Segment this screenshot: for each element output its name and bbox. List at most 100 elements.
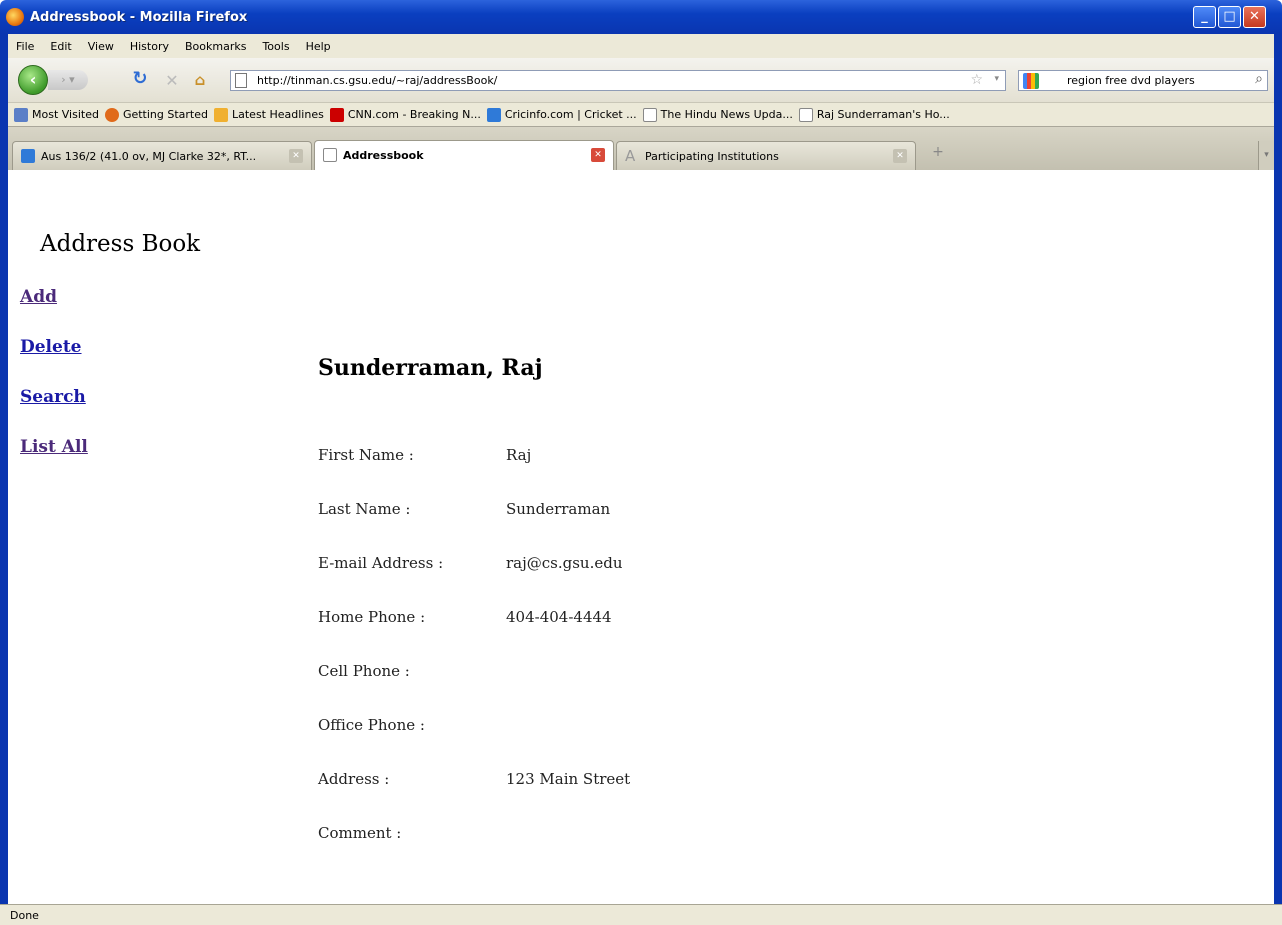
- google-icon[interactable]: [1023, 73, 1039, 89]
- bookmark-label: Latest Headlines: [232, 108, 324, 121]
- field-label: Office Phone :: [318, 716, 425, 734]
- field-first-name: First Name : Raj: [318, 446, 718, 500]
- chevron-down-icon[interactable]: ▾: [994, 74, 999, 84]
- bookmark-label: Raj Sunderraman's Ho...: [816, 108, 950, 121]
- addressbook-nav: Add Delete Search List All: [20, 287, 88, 487]
- window-frame-right: [1274, 34, 1282, 925]
- field-office-phone: Office Phone :: [318, 716, 718, 770]
- tab-label: Addressbook: [343, 149, 424, 162]
- bookmark-cnn[interactable]: CNN.com - Breaking N...: [329, 107, 481, 122]
- page-icon: [323, 148, 337, 162]
- window-title: Addressbook - Mozilla Firefox: [30, 10, 248, 25]
- new-tab-icon[interactable]: +: [928, 144, 948, 160]
- field-value: 123 Main Street: [506, 770, 631, 788]
- bookmark-star-icon[interactable]: ☆: [970, 72, 983, 88]
- menu-bookmarks[interactable]: Bookmarks: [177, 40, 254, 53]
- cricinfo-icon: [486, 107, 501, 122]
- page-title: Address Book: [40, 231, 201, 257]
- field-value: 404-404-4444: [506, 608, 612, 626]
- forward-button[interactable]: › ▾: [48, 70, 88, 90]
- close-tab-icon[interactable]: ✕: [893, 149, 907, 163]
- tab-bar: Aus 136/2 (41.0 ov, MJ Clarke 32*, RT...…: [8, 126, 1274, 170]
- menu-bar: File Edit View History Bookmarks Tools H…: [8, 34, 1274, 58]
- minimize-button[interactable]: _: [1193, 6, 1216, 28]
- field-value: Raj: [506, 446, 532, 464]
- bookmark-raj-home[interactable]: Raj Sunderraman's Ho...: [798, 107, 950, 122]
- maximize-button[interactable]: □: [1218, 6, 1241, 28]
- tab-participating-institutions[interactable]: A Participating Institutions ✕: [616, 141, 916, 170]
- stop-icon[interactable]: ✕: [162, 71, 182, 90]
- close-tab-icon[interactable]: ✕: [289, 149, 303, 163]
- search-bar[interactable]: region free dvd players ⌕: [1018, 70, 1268, 91]
- page-content: Address Book Add Delete Search List All …: [8, 170, 1274, 904]
- window-frame-left: [0, 34, 8, 925]
- page-icon: [642, 107, 657, 122]
- menu-file[interactable]: File: [8, 40, 42, 53]
- home-icon[interactable]: ⌂: [190, 71, 210, 89]
- search-icon[interactable]: ⌕: [1255, 71, 1263, 87]
- search-input[interactable]: region free dvd players: [1067, 74, 1195, 87]
- navigation-toolbar: ‹ › ▾ ↻ ✕ ⌂ http://tinman.cs.gsu.edu/~ra…: [8, 58, 1274, 102]
- tab-label: Aus 136/2 (41.0 ov, MJ Clarke 32*, RT...: [41, 150, 257, 163]
- tab-label: Participating Institutions: [645, 150, 779, 163]
- menu-tools[interactable]: Tools: [254, 40, 297, 53]
- institution-icon: A: [625, 147, 636, 165]
- page-icon: [235, 73, 247, 88]
- bookmark-the-hindu[interactable]: The Hindu News Upda...: [642, 107, 793, 122]
- status-text: Done: [10, 909, 39, 922]
- url-bar[interactable]: http://tinman.cs.gsu.edu/~raj/addressBoo…: [230, 70, 1006, 91]
- field-label: Address :: [318, 770, 390, 788]
- firefox-icon: [104, 107, 119, 122]
- record-fields: First Name : Raj Last Name : Sunderraman…: [318, 446, 718, 878]
- rss-icon: [214, 107, 228, 122]
- add-link[interactable]: Add: [20, 287, 88, 337]
- firefox-icon: [6, 8, 24, 26]
- cricinfo-icon: [21, 149, 35, 163]
- most-visited-icon: [14, 107, 28, 122]
- field-comment: Comment :: [318, 824, 718, 878]
- bookmark-latest-headlines[interactable]: Latest Headlines: [214, 107, 324, 122]
- menu-history[interactable]: History: [122, 40, 177, 53]
- field-label: Last Name :: [318, 500, 411, 518]
- menu-view[interactable]: View: [80, 40, 122, 53]
- bookmark-label: Cricinfo.com | Cricket ...: [504, 108, 637, 121]
- field-label: Cell Phone :: [318, 662, 410, 680]
- field-label: First Name :: [318, 446, 414, 464]
- reload-icon[interactable]: ↻: [130, 68, 150, 89]
- field-home-phone: Home Phone : 404-404-4444: [318, 608, 718, 662]
- field-value: Sunderraman: [506, 500, 611, 518]
- menu-help[interactable]: Help: [298, 40, 339, 53]
- cnn-icon: [329, 107, 344, 122]
- close-button[interactable]: ✕: [1243, 6, 1266, 28]
- tab-cricket-score[interactable]: Aus 136/2 (41.0 ov, MJ Clarke 32*, RT...…: [12, 141, 312, 170]
- field-address: Address : 123 Main Street: [318, 770, 718, 824]
- bookmark-label: Most Visited: [32, 108, 99, 121]
- tab-addressbook[interactable]: Addressbook ✕: [314, 140, 614, 170]
- status-bar: Done: [0, 904, 1282, 925]
- close-tab-icon[interactable]: ✕: [591, 148, 605, 162]
- bookmark-label: Getting Started: [122, 108, 208, 121]
- field-last-name: Last Name : Sunderraman: [318, 500, 718, 554]
- title-bar: Addressbook - Mozilla Firefox _ □ ✕: [0, 0, 1282, 34]
- field-cell-phone: Cell Phone :: [318, 662, 718, 716]
- delete-link[interactable]: Delete: [20, 337, 88, 387]
- back-button[interactable]: ‹: [18, 65, 48, 95]
- search-link[interactable]: Search: [20, 387, 88, 437]
- list-all-link[interactable]: List All: [20, 437, 88, 487]
- bookmark-cricinfo[interactable]: Cricinfo.com | Cricket ...: [486, 107, 637, 122]
- bookmarks-toolbar: Most Visited Getting Started Latest Head…: [8, 102, 1274, 126]
- record-name: Sunderraman, Raj: [318, 355, 543, 381]
- tab-list-icon[interactable]: ▾: [1258, 141, 1274, 170]
- field-label: Comment :: [318, 824, 402, 842]
- page-icon: [798, 107, 813, 122]
- field-email: E-mail Address : raj@cs.gsu.edu: [318, 554, 718, 608]
- bookmark-label: The Hindu News Upda...: [660, 108, 793, 121]
- bookmark-getting-started[interactable]: Getting Started: [104, 107, 208, 122]
- bookmark-most-visited[interactable]: Most Visited: [14, 107, 99, 122]
- menu-edit[interactable]: Edit: [42, 40, 79, 53]
- bookmark-label: CNN.com - Breaking N...: [347, 108, 481, 121]
- field-value: raj@cs.gsu.edu: [506, 554, 623, 572]
- field-label: Home Phone :: [318, 608, 426, 626]
- field-label: E-mail Address :: [318, 554, 444, 572]
- url-text[interactable]: http://tinman.cs.gsu.edu/~raj/addressBoo…: [257, 74, 497, 87]
